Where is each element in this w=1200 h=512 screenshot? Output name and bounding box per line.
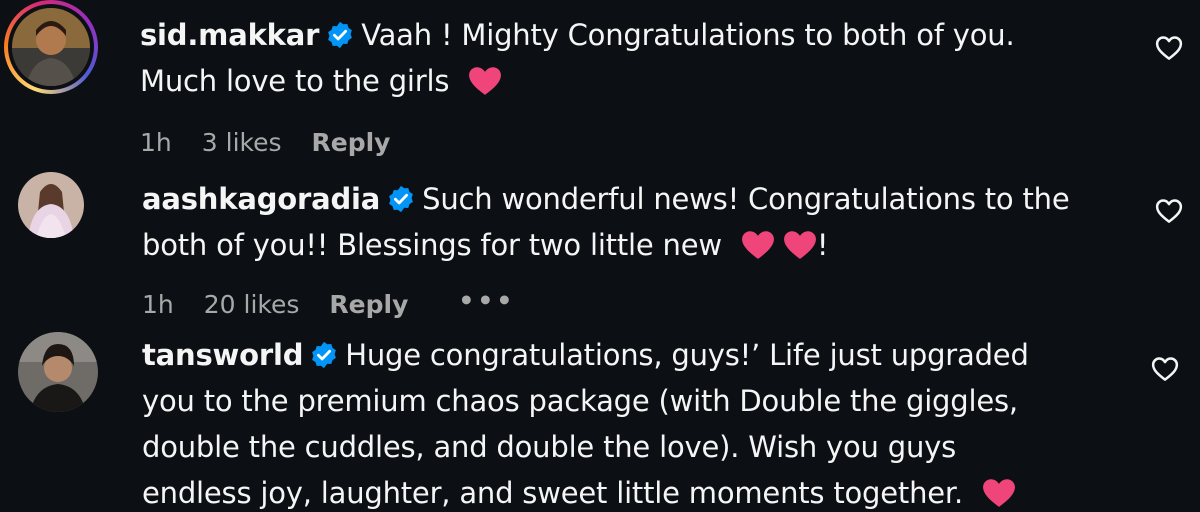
comment-line: Huge congratulations, guys!’ Life just u… xyxy=(345,338,1029,372)
pink-heart-emoji xyxy=(783,231,816,259)
comment-line: Vaah ! Mighty Congratulations to both of… xyxy=(361,18,1015,52)
comment-text: sid.makkar Vaah ! Mighty Congratulations … xyxy=(140,12,1140,104)
heart-outline-icon[interactable] xyxy=(1154,33,1184,63)
verified-badge-icon xyxy=(328,21,353,49)
avatar[interactable] xyxy=(18,332,98,412)
timestamp: 1h xyxy=(142,290,174,319)
username[interactable]: sid.makkar xyxy=(140,18,319,52)
reply-button[interactable]: Reply xyxy=(312,128,391,157)
heart-outline-icon[interactable] xyxy=(1154,196,1184,226)
more-options-icon[interactable]: ••• xyxy=(458,286,515,315)
comment-meta: 1h 3 likes Reply xyxy=(140,128,420,157)
username[interactable]: tansworld xyxy=(142,338,303,372)
avatar[interactable] xyxy=(18,172,84,238)
likes-count[interactable]: 3 likes xyxy=(202,128,282,157)
heart-outline-icon[interactable] xyxy=(1150,354,1180,384)
username[interactable]: aashkagoradia xyxy=(142,182,380,216)
comment-text: tansworld Huge congratulations, guys!’ Li… xyxy=(142,332,1152,512)
comment-line: double the cuddles, and double the love)… xyxy=(142,430,957,464)
reply-button[interactable]: Reply xyxy=(329,290,408,319)
comment-line: endless joy, laughter, and sweet little … xyxy=(142,476,963,510)
comments-thread: sid.makkar Vaah ! Mighty Congratulations … xyxy=(0,0,1200,512)
comment-item: aashkagoradia Such wonderful news! Congra… xyxy=(0,170,1200,330)
comment-meta: 1h 20 likes Reply ••• xyxy=(142,286,545,319)
comment-line: both of you!! Blessings for two little n… xyxy=(142,228,722,262)
pink-heart-emoji xyxy=(983,479,1015,507)
comment-line: you to the premium chaos package (with D… xyxy=(142,384,1018,418)
likes-count[interactable]: 20 likes xyxy=(204,290,300,319)
comment-suffix: ! xyxy=(816,228,829,262)
comment-item: tansworld Huge congratulations, guys!’ Li… xyxy=(0,330,1200,512)
comment-line: Such wonderful news! Congratulations to … xyxy=(422,182,1070,216)
comment-line: Much love to the girls xyxy=(140,64,450,98)
pink-heart-emoji xyxy=(469,67,502,95)
pink-heart-emoji xyxy=(741,231,774,259)
timestamp: 1h xyxy=(140,128,172,157)
verified-badge-icon xyxy=(389,185,413,213)
verified-badge-icon xyxy=(312,341,337,369)
comment-item: sid.makkar Vaah ! Mighty Congratulations … xyxy=(0,0,1200,170)
comment-text: aashkagoradia Such wonderful news! Congra… xyxy=(142,176,1142,268)
avatar[interactable] xyxy=(12,8,90,86)
